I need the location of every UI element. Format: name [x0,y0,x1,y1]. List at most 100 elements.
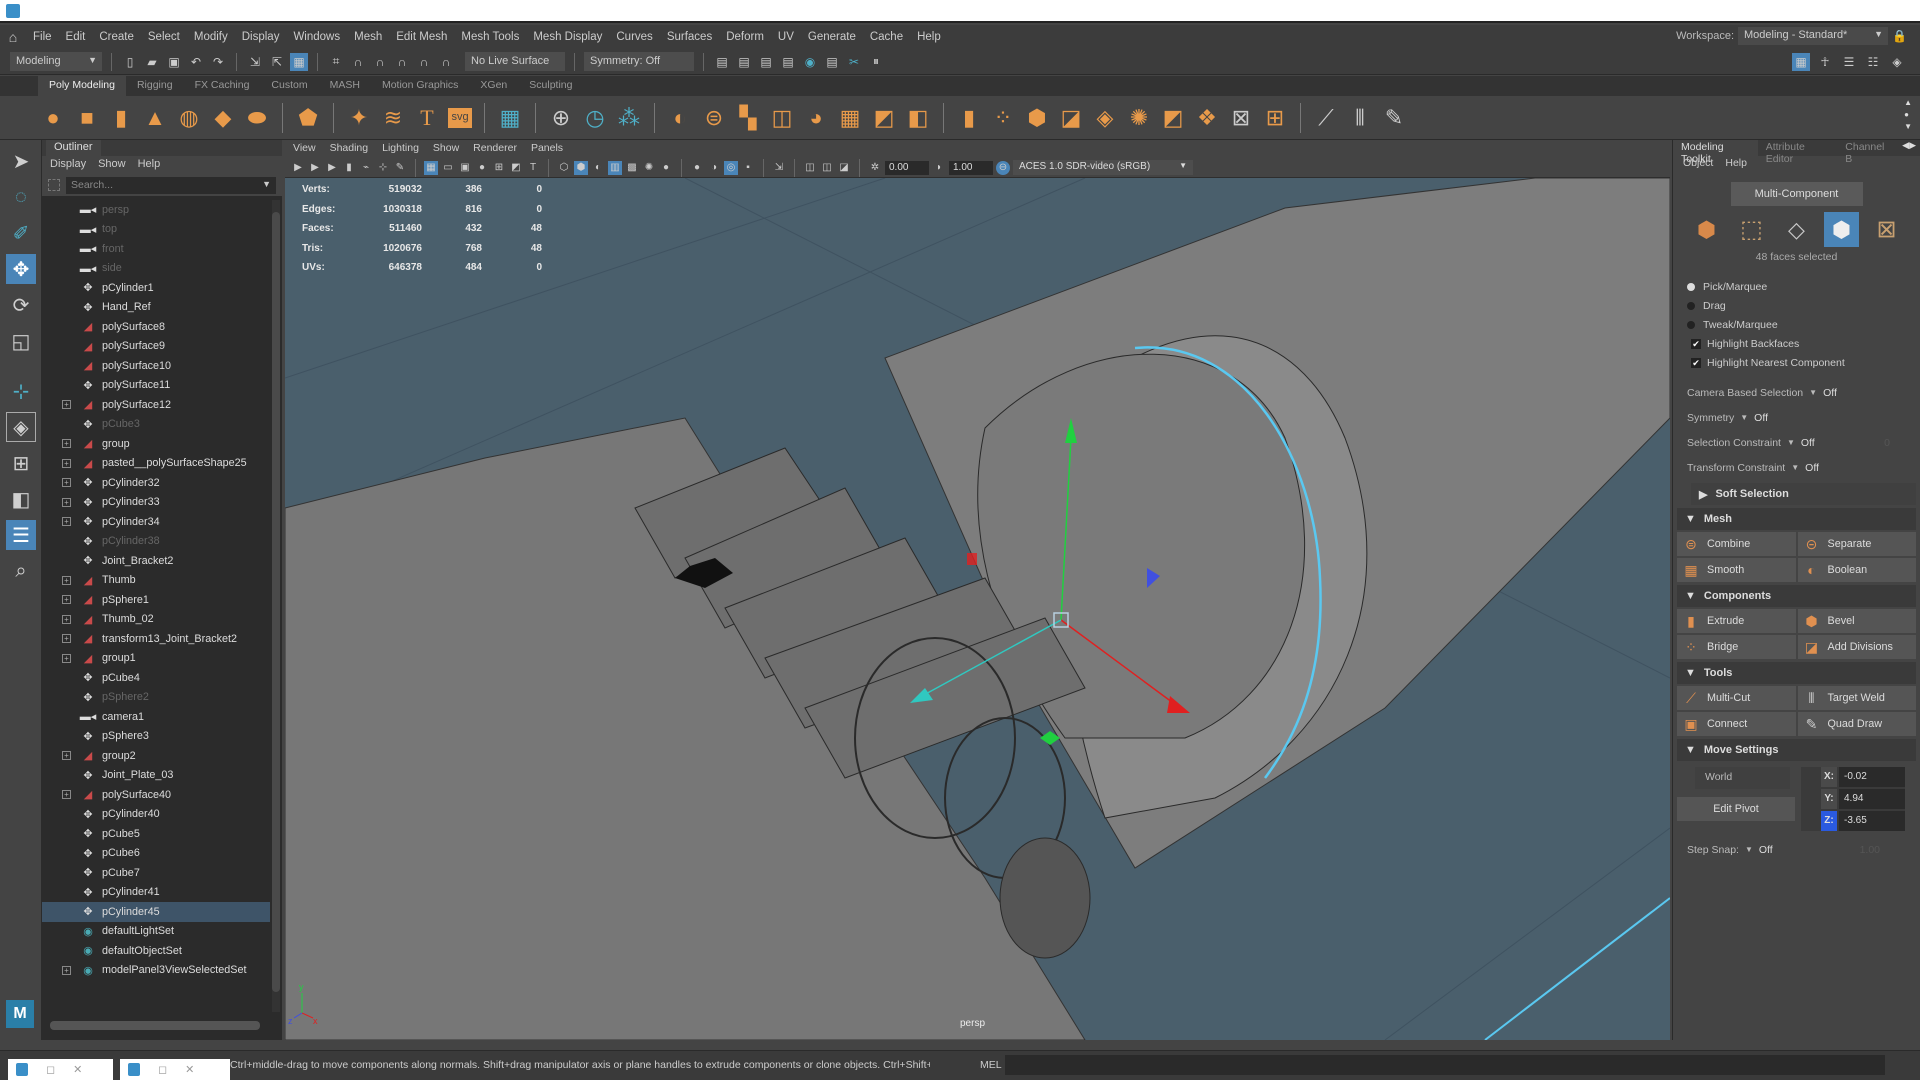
move-settings-section[interactable]: ▼ Move Settings [1677,739,1916,761]
home-icon[interactable]: ⌂ [0,29,26,45]
mesh-section[interactable]: ▼ Mesh [1677,508,1916,530]
super-shape-icon[interactable]: ✦ [346,105,372,131]
poly-type-icon[interactable]: T [414,105,440,131]
outliner-item[interactable]: + ◢ transform13_Joint_Bracket2 [42,629,270,649]
mel-command-input[interactable] [1005,1055,1885,1075]
poly-cone-icon[interactable]: ▲ [142,105,168,131]
outliner-item[interactable]: ✥ pCylinder41 [42,883,270,903]
ipr-render-icon[interactable]: ▤ [757,53,775,71]
step-snap-option[interactable]: Step Snap: ▼ Off 1.00 [1673,837,1920,862]
bridge-button[interactable]: ⁘ Bridge [1677,635,1796,659]
outliner-item[interactable]: ✥ pCylinder38 [42,532,270,552]
select-component-icon[interactable]: ▦ [290,52,308,71]
expand-icon[interactable]: + [62,400,71,409]
wireframe-on-shaded-icon[interactable]: ▥ [608,160,622,175]
outliner-item[interactable]: + ◢ Thumb_02 [42,610,270,630]
menu-deform[interactable]: Deform [719,31,771,43]
expand-icon[interactable]: + [62,458,71,468]
move-x-field[interactable]: -0.02 [1839,767,1905,787]
persp-outliner-layout-icon[interactable]: ◧ [6,484,36,514]
shelf-tab-custom[interactable]: Custom [260,76,318,96]
selection-constraint-option[interactable]: Selection Constraint ▼ Off 0 [1673,430,1920,455]
paint-select-tool-icon[interactable]: ✐ [6,218,36,248]
sweep-mesh-icon[interactable]: ≋ [380,105,406,131]
shelf-tab-poly-modeling[interactable]: Poly Modeling [38,76,126,96]
menu-cache[interactable]: Cache [863,31,910,43]
menu-curves[interactable]: Curves [609,31,659,43]
render-current-icon[interactable]: ▤ [735,53,753,71]
target-weld-button[interactable]: ⦀ Target Weld [1797,686,1916,710]
bevel-button[interactable]: ⬢ Bevel [1797,609,1916,633]
channel-box-toggle-icon[interactable]: ◈ [1888,53,1906,71]
bridge-icon[interactable]: ⁘ [990,105,1016,131]
boolean-icon[interactable]: ◐ [667,105,693,131]
anti-aliasing-icon[interactable]: ◎ [724,160,738,175]
outliner-item[interactable]: ✥ polySurface11 [42,376,270,396]
multi-component-button[interactable]: Multi-Component [1730,182,1863,206]
wedge-icon[interactable]: ◩ [1160,105,1186,131]
combine-button[interactable]: ⊜ Combine [1677,532,1796,556]
outliner-item[interactable]: ✥ Hand_Ref [42,298,270,318]
outliner-item[interactable]: ✥ pCylinder1 [42,278,270,298]
checkbox-highlight-backfaces[interactable]: ✔ Highlight Backfaces [1673,334,1920,353]
tool-settings-toggle-icon[interactable]: ☷ [1864,53,1882,71]
mtk-menu-object[interactable]: Object [1683,157,1713,171]
symmetry-option[interactable]: Symmetry ▼ Off [1673,405,1920,430]
edit-pivot-button[interactable]: Edit Pivot [1677,797,1795,821]
platonic-solid-icon[interactable]: ⬟ [295,105,321,131]
quad-draw-icon[interactable]: ✎ [1381,105,1407,131]
attribute-editor-toggle-icon[interactable]: ☰ [1840,53,1858,71]
separate-button[interactable]: ⊝ Separate [1797,532,1916,556]
viewport-panel[interactable]: y x z View Shading Lighting Show Rendere… [285,140,1670,1040]
image-plane-icon[interactable]: ⌁ [359,161,373,175]
lasso-tool-icon[interactable]: ◌ [6,182,36,212]
menu-edit-mesh[interactable]: Edit Mesh [389,31,454,43]
poly-torus-icon[interactable]: ◍ [176,105,202,131]
menu-display[interactable]: Display [235,31,287,43]
expand-icon[interactable]: + [62,653,71,663]
snap-curve-icon[interactable]: ∩ [349,53,367,71]
snap-projected-icon[interactable]: ∩ [393,53,411,71]
subdivide-icon[interactable]: ⊞ [1262,105,1288,131]
expand-icon[interactable]: + [62,575,71,585]
outliner-search-input[interactable]: Search... [66,176,276,194]
xray-joints-icon[interactable]: ◪ [837,161,851,175]
outliner-item[interactable]: ✥ pCube4 [42,668,270,688]
tab-scroll-arrows-icon[interactable]: ◀▶ [1898,140,1920,156]
wireframe-icon[interactable]: ⬡ [557,161,571,175]
bookmark-icon[interactable]: ▮ [342,161,356,175]
exposure-field[interactable]: 0.00 [885,160,929,175]
outliner-item[interactable]: + ✥ pCylinder34 [42,512,270,532]
outliner-item[interactable]: + ◉ modelPanel3ViewSelectedSet [42,961,270,981]
menu-edit[interactable]: Edit [59,31,93,43]
live-surface-field[interactable]: No Live Surface [465,52,565,71]
outliner-item[interactable]: ▬◂ persp [42,200,270,220]
expand-icon[interactable]: + [62,790,71,799]
quad-draw-button[interactable]: ✎ Quad Draw [1797,712,1916,736]
circularize-icon[interactable]: ❖ [1194,105,1220,131]
menu-uv[interactable]: UV [771,31,801,43]
ambient-occlusion-icon[interactable]: ● [690,161,704,175]
fill-hole-icon[interactable]: ◈ [1092,105,1118,131]
restore-icon[interactable]: ◻ [158,1063,167,1076]
shelf-scroll-up-icon[interactable]: ▲ [1904,98,1912,107]
last-tool-icon[interactable]: ⊹ [6,376,36,406]
smooth-button[interactable]: ▦ Smooth [1677,558,1796,582]
four-view-layout-icon[interactable]: ⊞ [6,448,36,478]
smooth-icon[interactable]: ◕ [803,105,829,131]
menu-windows[interactable]: Windows [286,31,347,43]
menuset-dropdown[interactable]: Modeling [10,52,102,71]
xray-icon[interactable]: ◫ [803,161,817,175]
add-divisions-button[interactable]: ◪ Add Divisions [1797,635,1916,659]
gamma-field[interactable]: 1.00 [949,160,993,175]
mirror-icon[interactable]: ◫ [769,105,795,131]
center-pivot-icon[interactable]: ⊕ [548,105,574,131]
delete-history-icon[interactable]: ◷ [582,105,608,131]
shelf-tab-mash[interactable]: MASH [319,76,371,96]
film-gate-icon[interactable]: ▭ [441,161,455,175]
soft-selection-section[interactable]: ▶ Soft Selection [1691,483,1916,505]
render-settings-icon[interactable]: ▤ [779,53,797,71]
color-management-dropdown[interactable]: ACES 1.0 SDR-video (sRGB) [1013,160,1193,175]
svg-icon[interactable]: svg [448,107,472,128]
outliner-item[interactable]: + ◢ group1 [42,649,270,669]
